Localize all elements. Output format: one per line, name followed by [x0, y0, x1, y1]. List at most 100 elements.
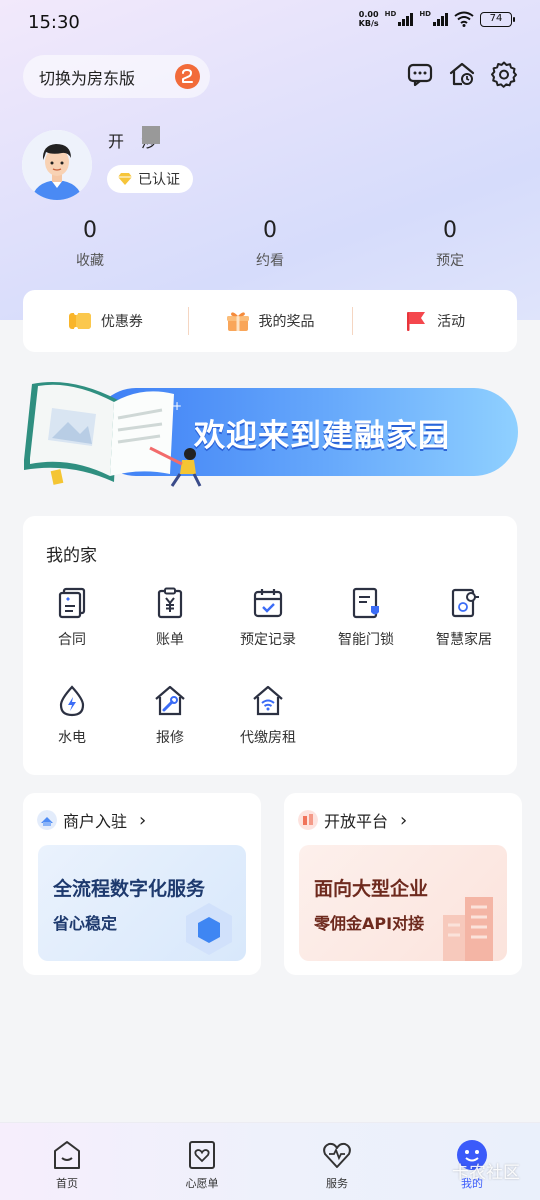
stat-value: 0 — [443, 218, 457, 243]
tab-wishlist[interactable]: 心愿单 — [167, 1139, 237, 1191]
stat-label: 收藏 — [76, 253, 104, 269]
home-item-label: 合同 — [58, 632, 86, 648]
home-item-bill[interactable]: 账单 — [121, 586, 219, 649]
smart-home-icon — [451, 588, 479, 618]
home-item-label: 智能门锁 — [338, 632, 394, 648]
quick-activities[interactable]: 活动 — [352, 307, 517, 335]
tab-home[interactable]: 首页 — [32, 1139, 102, 1191]
status-bar: 15:30 0.00 KB/s HD HD 74 — [0, 0, 540, 44]
wifi-icon — [454, 11, 474, 27]
banner-title: 欢迎来到建融家园 — [194, 418, 450, 454]
quick-actions-card: 优惠券 我的奖品 活动 — [23, 290, 517, 352]
stat-favorites[interactable]: 0 收藏 — [50, 218, 130, 270]
merchant-line2: 省心稳定 — [53, 914, 118, 933]
watermark: 卡农社区 — [452, 1163, 520, 1183]
settings-gear-icon[interactable] — [490, 60, 518, 88]
signal-icon — [398, 12, 414, 26]
quick-label: 我的奖品 — [258, 314, 315, 330]
diamond-icon — [118, 173, 132, 185]
gift-icon — [226, 312, 249, 331]
merchant-promo: 全流程数字化服务 省心稳定 — [38, 845, 246, 961]
merchant-title: 商户入驻 — [63, 812, 128, 831]
home-item-label: 账单 — [156, 632, 184, 648]
my-home-title: 我的家 — [46, 546, 97, 566]
network-speed: 0.00 KB/s — [358, 10, 379, 28]
building-icon — [443, 897, 493, 961]
bill-icon — [157, 587, 183, 619]
stat-viewings[interactable]: 0 约看 — [230, 218, 310, 270]
water-electricity-icon — [59, 685, 85, 717]
header-actions — [406, 60, 518, 88]
quick-label: 优惠券 — [100, 314, 143, 330]
stat-value: 0 — [83, 218, 97, 243]
hd-icon-2: HD — [419, 10, 431, 18]
open-platform-card[interactable]: 开放平台 › 面向大型企业 零佣金API对接 — [284, 793, 522, 975]
home-item-label: 报修 — [156, 730, 184, 746]
stat-label: 约看 — [256, 253, 284, 269]
wishlist-heart-icon — [189, 1141, 215, 1169]
username-redaction — [142, 126, 160, 144]
stat-label: 预定 — [436, 253, 464, 269]
verified-badge: 已认证 — [107, 165, 193, 193]
home-item-rent-payment[interactable]: 代缴房租 — [219, 684, 317, 747]
open-platform-promo: 面向大型企业 零佣金API对接 — [299, 845, 507, 961]
open-book-illustration: + — [24, 382, 202, 487]
chevron-right-icon: › — [400, 809, 408, 831]
my-home-card: 我的家 合同 账单 预定记录 智能门锁 智慧家居 水电 报修 代缴房租 — [23, 516, 517, 775]
home-item-label: 预定记录 — [240, 632, 296, 648]
switch-landlord-label: 切换为房东版 — [39, 68, 136, 88]
open-platform-line2: 零佣金API对接 — [314, 914, 425, 933]
open-platform-line1: 面向大型企业 — [314, 878, 429, 900]
avatar[interactable] — [22, 130, 92, 200]
stat-reservations[interactable]: 0 预定 — [410, 218, 490, 270]
flag-icon — [407, 312, 426, 331]
home-wifi-icon — [253, 685, 283, 716]
tab-label: 心愿单 — [185, 1177, 219, 1190]
repair-icon — [155, 685, 185, 716]
signal-icon-2 — [433, 12, 448, 26]
welcome-banner[interactable]: + 欢迎来到建融家园 — [22, 378, 518, 490]
platform-icon — [298, 810, 318, 830]
status-time: 15:30 — [28, 12, 80, 33]
merchant-header: 商户入驻 › — [37, 808, 146, 832]
home-item-utilities[interactable]: 水电 — [23, 684, 121, 747]
home-item-label: 智慧家居 — [436, 632, 492, 648]
smart-lock-icon — [352, 587, 379, 619]
home-item-smart-lock[interactable]: 智能门锁 — [317, 586, 415, 649]
open-platform-header: 开放平台 › — [298, 808, 407, 832]
home-item-contract[interactable]: 合同 — [23, 586, 121, 649]
quick-label: 活动 — [437, 314, 466, 330]
home-item-label: 代缴房租 — [240, 730, 296, 746]
tab-label: 服务 — [326, 1177, 348, 1190]
svg-text:+: + — [172, 399, 182, 413]
coupon-icon — [68, 311, 91, 331]
merchant-card[interactable]: 商户入驻 › 全流程数字化服务 省心稳定 — [23, 793, 261, 975]
home-switch-icon[interactable] — [448, 60, 476, 88]
home-item-repair[interactable]: 报修 — [121, 684, 219, 747]
switch-landlord-button[interactable]: 切换为房东版 — [23, 55, 210, 98]
home-item-smart-home[interactable]: 智慧家居 — [415, 586, 513, 649]
merchant-line1: 全流程数字化服务 — [53, 878, 206, 900]
quick-prizes[interactable]: 我的奖品 — [187, 307, 353, 335]
status-icons: 0.00 KB/s HD HD 74 — [358, 10, 515, 28]
contract-icon — [58, 587, 86, 619]
message-icon[interactable] — [406, 60, 434, 88]
home-item-reservation-records[interactable]: 预定记录 — [219, 586, 317, 649]
verified-label: 已认证 — [138, 172, 180, 188]
merchant-icon — [37, 810, 57, 830]
switch-icon — [175, 64, 200, 89]
tab-services[interactable]: 服务 — [302, 1139, 372, 1191]
tab-label: 首页 — [56, 1177, 78, 1190]
battery-icon: 74 — [480, 11, 515, 27]
home-tab-icon — [54, 1141, 80, 1169]
chevron-right-icon: › — [139, 809, 147, 831]
services-heart-icon — [323, 1142, 351, 1168]
cube-icon — [186, 903, 232, 955]
calendar-check-icon — [253, 589, 283, 618]
stat-value: 0 — [263, 218, 277, 243]
avatar-illustration — [22, 130, 92, 200]
hd-icon: HD — [384, 10, 397, 18]
open-platform-title: 开放平台 — [324, 812, 389, 831]
quick-coupons[interactable]: 优惠券 — [23, 311, 188, 331]
home-item-label: 水电 — [58, 730, 86, 746]
